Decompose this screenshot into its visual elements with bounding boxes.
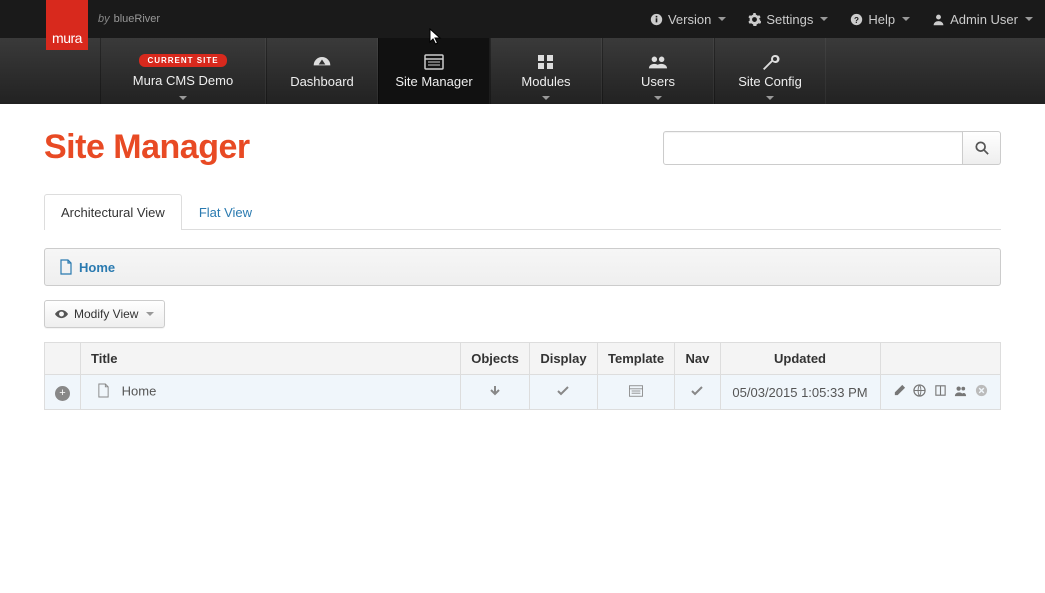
col-updated: Updated bbox=[720, 343, 880, 375]
cell-template[interactable] bbox=[597, 375, 675, 410]
expand-icon[interactable]: + bbox=[55, 386, 70, 401]
dashboard-icon bbox=[312, 54, 332, 70]
breadcrumb[interactable]: Home bbox=[44, 248, 1001, 286]
globe-icon bbox=[913, 384, 926, 397]
caret-down-icon bbox=[146, 312, 154, 316]
nav-site-manager[interactable]: Site Manager bbox=[378, 38, 490, 104]
col-objects: Objects bbox=[461, 343, 530, 375]
col-template: Template bbox=[597, 343, 675, 375]
modules-icon bbox=[536, 54, 556, 70]
page-title: Site Manager bbox=[44, 128, 250, 167]
svg-text:?: ? bbox=[854, 15, 859, 24]
col-nav: Nav bbox=[675, 343, 720, 375]
nav-modules[interactable]: Modules bbox=[490, 38, 602, 104]
site-manager-icon bbox=[424, 54, 444, 70]
current-site-name: Mura CMS Demo bbox=[133, 73, 233, 88]
help-icon: ? bbox=[850, 13, 863, 26]
logo-text: mura bbox=[52, 30, 82, 46]
caret-down-icon bbox=[654, 96, 662, 100]
users-icon bbox=[954, 384, 967, 397]
page-icon bbox=[97, 383, 110, 401]
info-icon bbox=[650, 13, 663, 26]
cell-updated: 05/03/2015 1:05:33 PM bbox=[720, 375, 880, 410]
wrench-icon bbox=[760, 54, 780, 70]
row-title: Home bbox=[122, 383, 157, 398]
pencil-icon bbox=[893, 384, 906, 397]
caret-down-icon bbox=[902, 17, 910, 21]
caret-down-icon bbox=[1025, 17, 1033, 21]
cell-display bbox=[530, 375, 598, 410]
caret-down-icon bbox=[766, 96, 774, 100]
page-icon bbox=[59, 259, 73, 275]
settings-menu[interactable]: Settings bbox=[748, 12, 828, 27]
search-button[interactable] bbox=[963, 131, 1001, 165]
arrow-down-icon bbox=[488, 384, 502, 398]
help-menu[interactable]: ? Help bbox=[850, 12, 910, 27]
nav-users[interactable]: Users bbox=[602, 38, 714, 104]
version-menu[interactable]: Version bbox=[650, 12, 726, 27]
cell-objects[interactable] bbox=[461, 375, 530, 410]
check-icon bbox=[556, 384, 570, 398]
tab-architectural-view[interactable]: Architectural View bbox=[44, 194, 182, 230]
check-icon bbox=[690, 384, 704, 398]
permissions-action[interactable] bbox=[954, 384, 967, 400]
nav-site-config[interactable]: Site Config bbox=[714, 38, 826, 104]
user-icon bbox=[932, 13, 945, 26]
col-title: Title bbox=[81, 343, 461, 375]
table-row[interactable]: + Home 05/03/2015 1:05:33 PM bbox=[45, 375, 1001, 410]
caret-down-icon bbox=[718, 17, 726, 21]
delete-icon bbox=[975, 384, 988, 397]
mura-logo[interactable]: mura bbox=[46, 0, 88, 50]
caret-down-icon bbox=[542, 96, 550, 100]
current-site-badge: CURRENT SITE bbox=[139, 54, 226, 67]
search-input[interactable] bbox=[663, 131, 963, 165]
caret-down-icon bbox=[179, 96, 187, 100]
admin-user-menu[interactable]: Admin User bbox=[932, 12, 1033, 27]
delete-action[interactable] bbox=[975, 384, 988, 400]
eye-icon bbox=[55, 309, 68, 319]
nav-dashboard[interactable]: Dashboard bbox=[266, 38, 378, 104]
users-icon bbox=[648, 54, 668, 70]
powered-by: by blueRiver bbox=[98, 13, 160, 25]
cell-nav bbox=[675, 375, 720, 410]
content-table: Title Objects Display Template Nav Updat… bbox=[44, 342, 1001, 410]
history-action[interactable] bbox=[934, 384, 947, 400]
main-nav: CURRENT SITE Mura CMS Demo Dashboard Sit… bbox=[0, 38, 1045, 104]
modify-view-button[interactable]: Modify View bbox=[44, 300, 165, 328]
caret-down-icon bbox=[820, 17, 828, 21]
col-display: Display bbox=[530, 343, 598, 375]
tab-flat-view[interactable]: Flat View bbox=[182, 194, 269, 230]
breadcrumb-home: Home bbox=[79, 260, 115, 275]
gear-icon bbox=[748, 13, 761, 26]
nav-current-site[interactable]: CURRENT SITE Mura CMS Demo bbox=[100, 38, 266, 104]
view-tabs: Architectural View Flat View bbox=[44, 193, 1001, 230]
edit-action[interactable] bbox=[893, 384, 906, 400]
search-icon bbox=[975, 141, 989, 155]
template-icon bbox=[629, 384, 643, 398]
book-icon bbox=[934, 384, 947, 397]
view-action[interactable] bbox=[913, 384, 926, 400]
